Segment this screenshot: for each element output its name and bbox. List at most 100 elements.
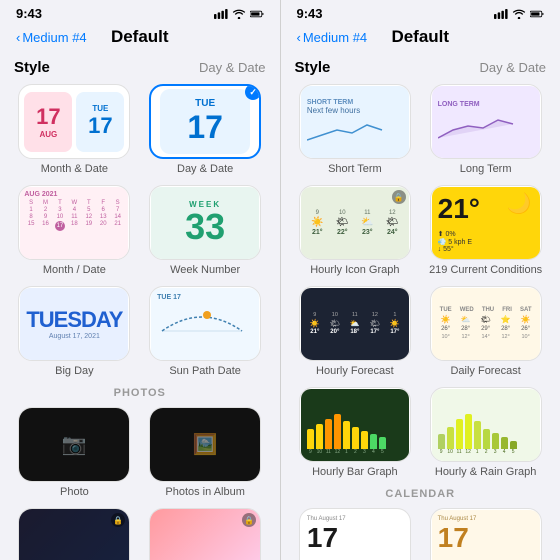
widget-item-long-term[interactable]: LONG TERM Long Term [425,84,546,175]
widget-item-hourly-forecast[interactable]: 9 ☀️ 21° 10 🌤 20° 11 ⛅ [295,286,416,377]
weekday-label: TUE [92,104,108,113]
nav-bar-right: ‹ Medium #4 Default [281,25,560,53]
rain-bar-5: 1 [474,421,481,455]
day-date-large: TUE 17 [160,89,250,154]
bar-3: 11 [325,419,332,455]
widget-preview-big-day[interactable]: TUESDAY August 17, 2021 [18,286,130,361]
widget-preview-month-date[interactable]: 17 AUG TUE 17 [18,84,130,159]
bar-rect-1 [307,429,314,449]
calendar-section-divider-right: CALENDAR [295,488,547,500]
widget-item-photo[interactable]: 📷 Photo [14,407,135,498]
widget-item-month-date[interactable]: 17 AUG TUE 17 Month & Date [14,84,135,175]
hourly-forecast-content: 9 ☀️ 21° 10 🌤 20° 11 ⛅ [301,288,409,360]
rain-bar-3: 11 [456,419,463,455]
bar-rect-7 [361,431,368,449]
status-icons-right [494,9,544,19]
widget-grid-photos-left: 📷 Photo 🖼️ Photos in Album [14,407,266,498]
back-button-right[interactable]: ‹ Medium #4 [297,30,368,45]
widget-item-sun-path-date[interactable]: TUE 17 Sun Path Date [145,286,266,377]
widget-item-cal-preview-2[interactable]: Thu August 17 17 Ice Cream [425,508,546,560]
time-left: 9:43 [16,6,42,21]
widget-preview-aesthetic-left[interactable]: 🔒 [18,508,130,560]
widget-item-hourly-rain-graph[interactable]: 9 10 11 12 [425,387,546,478]
widget-preview-photo[interactable]: 📷 [18,407,130,482]
widget-item-hourly-icon-graph[interactable]: 🔒 9 ☀️ 21° 10 🌤 22° [295,185,416,276]
status-bar-left: 9:43 [0,0,280,25]
widget-grid-weather-row3: 9 ☀️ 21° 10 🌤 20° 11 ⛅ [295,286,547,377]
widget-item-aesthetic-left[interactable]: 🔒 Aesthetic / Theme [14,508,135,560]
sun-path-arc [157,301,247,336]
back-label-left: Medium #4 [22,30,86,45]
widget-label-hourly-bar-graph: Hourly Bar Graph [312,466,398,478]
widget-label-current-conditions: 219 Current Conditions [429,264,542,276]
month-date-content: 17 AUG TUE 17 [20,88,128,156]
lock-badge-hourly-icon: 🔒 [392,190,406,204]
hourly-item-2: 10 🌤 22° [336,210,349,236]
rain-bar-8: 4 [501,437,508,455]
widget-preview-icecream-left[interactable]: 🔒 [149,508,261,560]
widget-label-short-term: Short Term [328,163,382,175]
bar-1: 9 [307,429,314,455]
widget-label-day-date: Day & Date [177,163,233,175]
day-num-large: 17 [187,109,223,146]
widget-preview-photos-in-album[interactable]: 🖼️ [149,407,261,482]
rain-chart: 9 10 11 12 [438,415,534,455]
rain-rect-2 [447,427,454,449]
bar-9: 5 [379,437,386,455]
widget-preview-cal-1[interactable]: Thu August 17 17 [299,508,411,560]
photos-album-content: 🖼️ [150,408,260,481]
widget-preview-long-term[interactable]: LONG TERM [430,84,542,159]
widget-label-hourly-icon-graph: Hourly Icon Graph [310,264,399,276]
bar-rect-5 [343,421,350,449]
bar-8: 4 [370,434,377,455]
widget-preview-hourly-forecast[interactable]: 9 ☀️ 21° 10 🌤 20° 11 ⛅ [299,286,411,361]
widget-item-short-term[interactable]: SHORT TERM Next few hours Short Term [295,84,416,175]
widget-preview-short-term[interactable]: SHORT TERM Next few hours [299,84,411,159]
scroll-content-left[interactable]: Style Day & Date 17 AUG TUE 17 [0,53,280,560]
selected-checkmark: ✓ [245,84,261,100]
bar-rect-6 [352,427,359,449]
widget-preview-week-number[interactable]: WEEK 33 [149,185,261,260]
nav-title-right: Default [391,27,449,47]
widget-label-month-date: Month & Date [41,163,108,175]
widget-item-cal-preview-1[interactable]: Thu August 17 17 Aesthetic / Theme [295,508,416,560]
widget-preview-daily-forecast[interactable]: TUE WED THU FRI SAT ☀️ ⛅ 🌤 ⭐ ☀️ [430,286,542,361]
widget-item-current-conditions[interactable]: 🔒 🌙 21° ⬆ 0% 💨 5 kph E ↓ 55° 219 Current… [425,185,546,276]
short-term-content: SHORT TERM Next few hours [301,86,409,158]
day-date-box: TUE 17 [76,92,124,152]
widget-preview-month-date-cal[interactable]: AUG 2021 SMTWTFS 1234567 891011121314 15… [18,185,130,260]
widget-preview-hourly-rain-graph[interactable]: 9 10 11 12 [430,387,542,462]
bar-2: 10 [316,424,323,455]
widget-grid-row3-left: TUESDAY August 17, 2021 Big Day TUE 17 [14,286,266,377]
day-num: 17 [88,113,112,139]
cal-date-large-2: 17 [438,522,534,554]
photos-section-divider-left: PHOTOS [14,387,266,399]
widget-preview-sun-path-date[interactable]: TUE 17 [149,286,261,361]
widget-preview-cal-2[interactable]: Thu August 17 17 [430,508,542,560]
moon-icon: 🌙 [507,191,532,216]
widget-grid-bottom-left: 🔒 Aesthetic / Theme 🔒 Ice Cream [14,508,266,560]
signal-icon-right [494,9,508,19]
hf-item-10: 10 🌤 20° [330,312,340,335]
widget-preview-hourly-icon-graph[interactable]: 🔒 9 ☀️ 21° 10 🌤 22° [299,185,411,260]
rain-rect-3 [456,419,463,449]
widget-preview-current-conditions[interactable]: 🔒 🌙 21° ⬆ 0% 💨 5 kph E ↓ 55° [430,185,542,260]
scroll-content-right[interactable]: Style Day & Date SHORT TERM Next few hou… [281,53,560,560]
back-button-left[interactable]: ‹ Medium #4 [16,30,87,45]
widget-preview-hourly-bar-graph[interactable]: 9 10 11 12 [299,387,411,462]
back-label-right: Medium #4 [303,30,367,45]
wifi-icon-left [232,9,246,19]
widget-item-month-date-cal[interactable]: AUG 2021 SMTWTFS 1234567 891011121314 15… [14,185,135,276]
widget-item-daily-forecast[interactable]: TUE WED THU FRI SAT ☀️ ⛅ 🌤 ⭐ ☀️ [425,286,546,377]
widget-item-photos-in-album[interactable]: 🖼️ Photos in Album [145,407,266,498]
widget-preview-day-date[interactable]: ✓ TUE 17 [149,84,261,159]
hourly-bar-content: 9 10 11 12 [301,389,409,461]
month-label: AUG [39,130,57,139]
hourly-item-3: 11 ⛅ 23° [361,210,373,236]
widget-item-week-number[interactable]: WEEK 33 Week Number [145,185,266,276]
rain-rect-9 [510,441,517,449]
widget-item-big-day[interactable]: TUESDAY August 17, 2021 Big Day [14,286,135,377]
widget-item-icecream-left[interactable]: 🔒 Ice Cream [145,508,266,560]
widget-item-day-date[interactable]: ✓ TUE 17 Day & Date [145,84,266,175]
widget-item-hourly-bar-graph[interactable]: 9 10 11 12 [295,387,416,478]
